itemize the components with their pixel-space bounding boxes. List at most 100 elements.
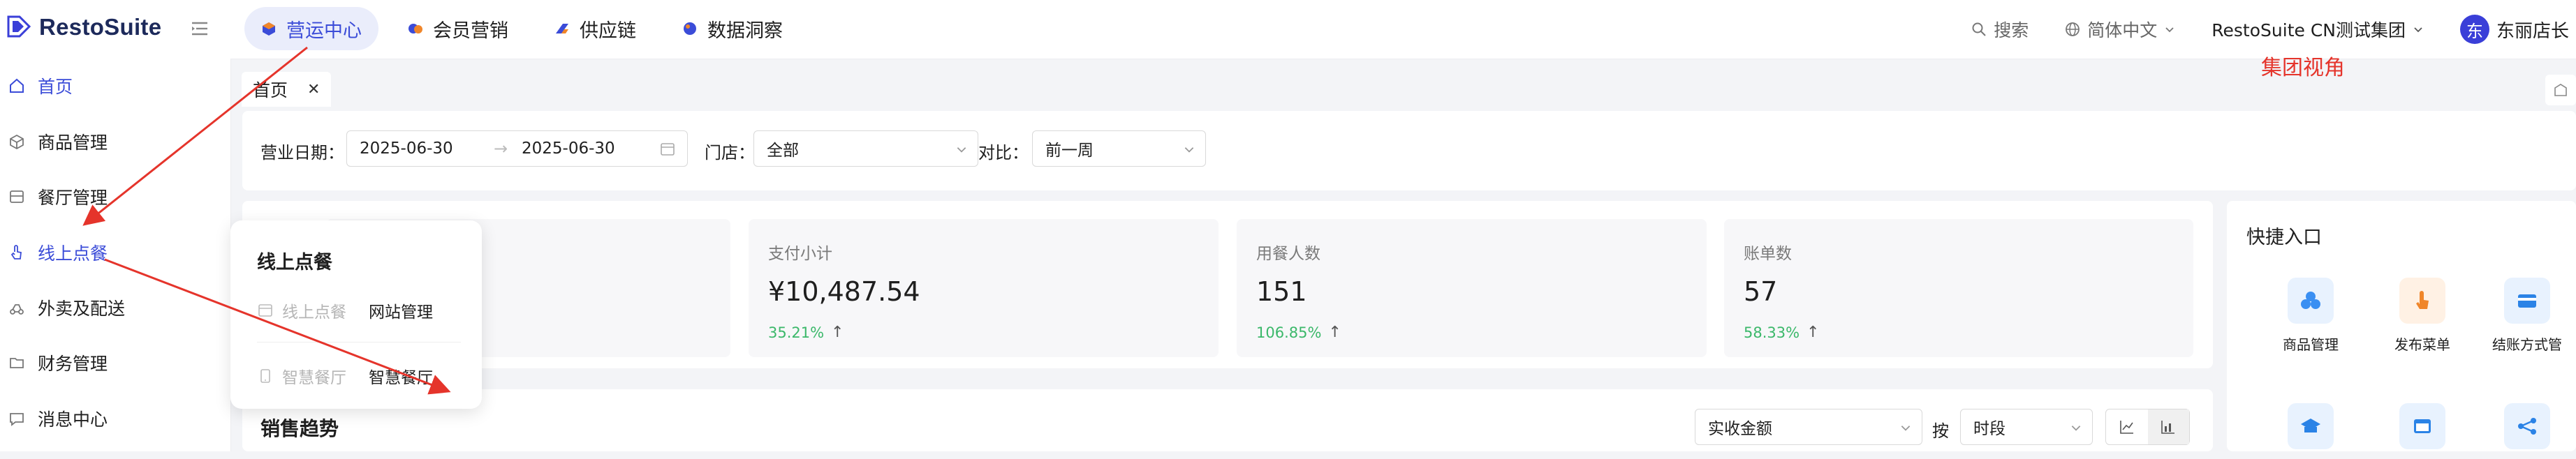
delivery-icon	[10, 304, 24, 315]
line-chart-icon	[2119, 421, 2133, 434]
quick-entry-label: 商品管理	[2283, 336, 2339, 353]
supply-icon	[556, 24, 568, 33]
quick-entry-payment[interactable]: 结账方式管	[2478, 278, 2576, 354]
topnav-supply-chain[interactable]: 供应链	[538, 7, 653, 50]
sidebar-item-messages[interactable]: 消息中心	[0, 398, 230, 439]
metric-change: 58.33% ↑	[1744, 324, 1820, 341]
chevron-down-icon	[2165, 27, 2174, 33]
members-icon	[409, 24, 422, 33]
topnav-member-marketing[interactable]: 会员营销	[391, 7, 525, 50]
restosuite-logo-icon	[7, 15, 31, 38]
quick-entry-label: 发布菜单	[2394, 336, 2450, 353]
metric-card-diners[interactable]: 用餐人数 151 106.85% ↑	[1237, 219, 1707, 357]
sidebar-item-label: 首页	[38, 77, 73, 97]
online-ordering-flyout: 线上点餐 线上点餐 网站管理 智慧餐厅 智慧餐厅	[230, 220, 482, 409]
metric-change-value: 58.33%	[1744, 324, 1800, 341]
flyout-category-label: 线上点餐	[282, 303, 346, 322]
metric-card-payment-subtotal[interactable]: 支付小计 ¥10,487.54 35.21% ↑	[749, 219, 1219, 357]
compare-value: 前一周	[1045, 142, 1094, 160]
date-label: 营业日期：	[260, 143, 344, 163]
cube-icon	[263, 22, 275, 36]
metric-change: 106.85% ↑	[1256, 324, 1341, 341]
quick-entry-publish-menu[interactable]: 发布菜单	[2367, 278, 2478, 354]
chevron-down-icon	[957, 147, 966, 153]
tap-icon	[10, 245, 22, 259]
chat-icon	[10, 413, 24, 426]
flyout-title: 线上点餐	[257, 252, 332, 273]
metric-select[interactable]: 实收金额	[1695, 409, 1922, 445]
language-select[interactable]: 简体中文	[2065, 17, 2175, 42]
flyout-row: 线上点餐 网站管理	[257, 299, 433, 322]
bar-chart-toggle[interactable]	[2147, 409, 2189, 444]
sidebar-item-finance[interactable]: 财务管理	[0, 342, 230, 384]
home-icon	[10, 78, 24, 93]
logo[interactable]: RestoSuite	[7, 14, 161, 40]
date-end[interactable]: 2025-06-30	[522, 140, 615, 158]
date-start[interactable]: 2025-06-30	[360, 140, 453, 158]
sidebar-item-label: 商品管理	[38, 133, 108, 153]
products-icon	[2288, 278, 2334, 324]
sidebar-item-online-ordering[interactable]: 线上点餐	[0, 232, 230, 273]
quick-entry-more-1[interactable]	[2255, 403, 2367, 459]
metric-select-value: 实收金额	[1708, 420, 1772, 438]
close-icon[interactable]: ✕	[307, 81, 320, 98]
arrow-up-icon: ↑	[1328, 324, 1341, 341]
user-menu[interactable]: 东 东丽店长	[2459, 15, 2569, 44]
compare-select[interactable]: 前一周	[1032, 130, 1206, 167]
arrow-up-icon: ↑	[831, 324, 844, 341]
line-chart-toggle[interactable]	[2106, 409, 2148, 444]
window-icon	[2399, 403, 2445, 449]
quick-entry-label: 结账方式管	[2492, 336, 2562, 353]
chevron-down-icon	[1184, 147, 1194, 153]
quick-entry-more-2[interactable]	[2367, 403, 2478, 459]
group-select[interactable]: RestoSuite CN测试集团	[2211, 17, 2424, 42]
quick-entry-products[interactable]: 商品管理	[2255, 278, 2367, 354]
language-label: 简体中文	[2087, 20, 2158, 40]
tab-home[interactable]: 首页 ✕	[242, 72, 332, 107]
flyout-link-smart-restaurant[interactable]: 智慧餐厅	[369, 364, 433, 388]
metric-label: 支付小计	[768, 245, 832, 263]
sales-trend-panel: 销售趋势 实收金额 按 时段	[242, 389, 2213, 451]
arrow-up-icon: ↑	[1806, 324, 1820, 341]
metric-card-bills[interactable]: 账单数 57 58.33% ↑	[1724, 219, 2193, 357]
tab-label: 首页	[253, 80, 288, 100]
store-select[interactable]: 全部	[753, 130, 978, 167]
filter-bar: 营业日期： 2025-06-30 → 2025-06-30 门店： 全部 对比：…	[242, 111, 2576, 190]
metric-change: 35.21% ↑	[768, 324, 844, 341]
store-icon	[10, 190, 24, 203]
menu-collapse-icon[interactable]	[190, 19, 209, 38]
topnav-data-insight[interactable]: 数据洞察	[665, 7, 800, 50]
sidebar: 首页 商品管理 餐厅管理 线上点餐 外卖及配送 财务管理 消息中心	[0, 59, 231, 451]
store-icon	[2554, 84, 2567, 96]
sidebar-item-products[interactable]: 商品管理	[0, 121, 230, 163]
quick-entry-more-3[interactable]	[2478, 403, 2576, 459]
chevron-down-icon	[1901, 426, 1911, 431]
arrow-right-icon: →	[494, 139, 508, 158]
sidebar-item-delivery[interactable]: 外卖及配送	[0, 287, 230, 329]
top-nav: 营运中心 会员营销 供应链 数据洞察	[244, 7, 800, 50]
top-bar: RestoSuite 营运中心 会员营销 供应链 数据洞察 搜索 简体中文 Re…	[0, 0, 2576, 59]
period-select[interactable]: 时段	[1960, 409, 2093, 445]
flyout-row: 智慧餐厅 智慧餐厅	[257, 364, 433, 388]
flyout-link-website-management[interactable]: 网站管理	[369, 299, 433, 322]
search-button[interactable]: 搜索	[1971, 17, 2029, 42]
sidebar-item-restaurant[interactable]: 餐厅管理	[0, 176, 230, 218]
date-range-picker[interactable]: 2025-06-30 → 2025-06-30	[346, 130, 688, 167]
calendar-icon	[661, 143, 675, 156]
sidebar-item-label: 餐厅管理	[38, 188, 108, 208]
website-icon	[258, 304, 272, 317]
group-label: RestoSuite CN测试集团	[2211, 20, 2406, 40]
search-icon	[1972, 22, 1986, 36]
topnav-label: 营运中心	[286, 20, 362, 42]
metric-label: 账单数	[1744, 245, 1792, 263]
topnav-operations[interactable]: 营运中心	[244, 7, 378, 50]
globe-icon	[2066, 22, 2080, 36]
publish-menu-icon	[2399, 278, 2445, 324]
search-label: 搜索	[1994, 20, 2029, 40]
metric-value: ¥10,487.54	[768, 276, 920, 307]
quick-entry-panel: 快捷入口 商品管理 发布菜单 结账方式管	[2227, 201, 2576, 451]
sidebar-item-home[interactable]: 首页	[0, 65, 230, 107]
topnav-label: 会员营销	[433, 20, 508, 42]
user-name: 东丽店长	[2496, 20, 2569, 42]
tabs-menu-button[interactable]	[2545, 75, 2576, 105]
